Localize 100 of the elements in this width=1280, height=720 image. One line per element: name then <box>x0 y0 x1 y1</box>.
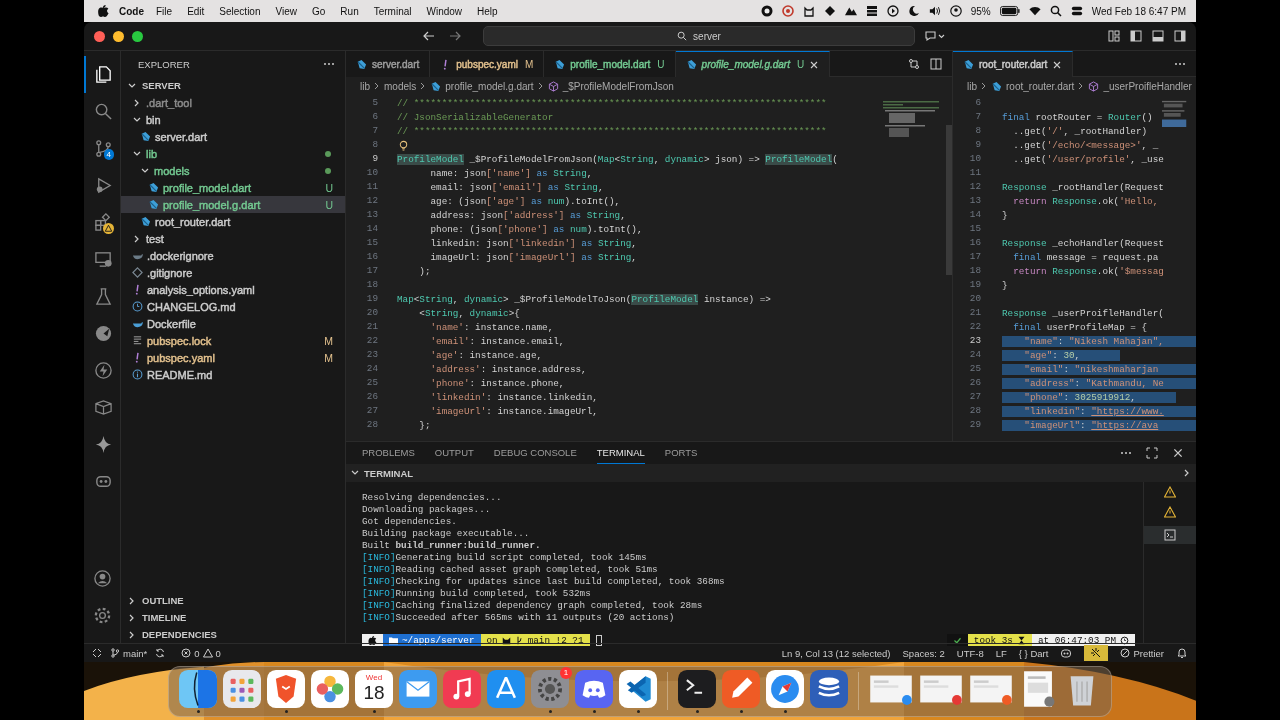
calendar-icon[interactable]: Wed 18 <box>355 669 393 708</box>
menu-item[interactable]: Help <box>477 5 498 17</box>
menu-item[interactable]: Selection <box>219 5 261 17</box>
breadcrumb[interactable]: models <box>384 80 417 92</box>
menu-item[interactable]: Go <box>312 5 326 17</box>
breadcrumb[interactable]: _$ProfileModelFromJson <box>562 80 674 92</box>
panel-tab[interactable]: OUTPUT <box>434 442 474 464</box>
tree-item[interactable]: .dart_tool <box>121 94 345 111</box>
tree-item[interactable]: profile_model.dart U <box>121 179 345 196</box>
two-tone-square-icon[interactable] <box>179 669 217 708</box>
prettier-status[interactable]: Prettier <box>1120 647 1164 659</box>
breadcrumb[interactable]: profile_model.g.dart <box>445 80 534 92</box>
tree-item[interactable]: .gitignore <box>121 264 345 281</box>
tree-item[interactable]: lib <box>121 145 345 162</box>
breadcrumb[interactable]: lib <box>967 80 977 92</box>
editor-tab[interactable]: root_router.dart <box>953 51 1074 77</box>
tree-item[interactable]: pubspec.lock M <box>121 332 345 349</box>
panel-toggle-icon[interactable] <box>1152 30 1164 42</box>
grid-icon[interactable] <box>223 669 261 708</box>
maximize-icon[interactable] <box>1146 447 1158 459</box>
forward-arrow-icon[interactable] <box>449 30 461 42</box>
record-icon[interactable] <box>760 5 773 17</box>
section-header[interactable]: OUTLINE <box>121 592 345 609</box>
stack-icon[interactable] <box>865 5 878 17</box>
remote-icon[interactable] <box>92 648 102 658</box>
settings-icon[interactable] <box>92 606 112 625</box>
cursor-position[interactable]: Ln 9, Col 13 (12 selected) <box>781 647 891 659</box>
split-editor-icon[interactable] <box>930 57 942 70</box>
breadcrumb[interactable]: lib <box>360 80 370 92</box>
compass-icon[interactable] <box>766 669 804 708</box>
activity-bar-item[interactable]: 4 <box>84 130 120 167</box>
chat-icon[interactable] <box>923 30 947 42</box>
tree-item[interactable]: analysis_options.yaml <box>121 281 345 298</box>
control-center-icon[interactable] <box>1070 5 1083 17</box>
close-icon[interactable] <box>1052 59 1063 70</box>
breadcrumb[interactable]: _userProifleHandler <box>1103 80 1192 92</box>
line-ending-status[interactable]: LF <box>995 647 1007 659</box>
game-controller-icon[interactable] <box>575 669 613 708</box>
encoding-status[interactable]: UTF-8 <box>956 647 984 659</box>
database-icon[interactable] <box>810 669 848 708</box>
menu-item[interactable]: Terminal <box>373 5 412 17</box>
back-arrow-icon[interactable] <box>423 30 435 42</box>
close-icon[interactable] <box>1172 447 1184 459</box>
play-icon[interactable] <box>886 5 899 17</box>
circle-icon[interactable] <box>781 5 794 17</box>
tree-item[interactable]: pubspec.yaml M <box>121 349 345 366</box>
indentation-status[interactable]: Spaces: 2 <box>902 647 945 659</box>
layout-icon[interactable] <box>1108 30 1120 42</box>
tree-item[interactable]: Dockerfile <box>121 315 345 332</box>
section-header[interactable]: TERMINAL <box>364 467 414 479</box>
wifi-icon[interactable] <box>1028 5 1041 17</box>
battery-icon[interactable] <box>999 5 1020 17</box>
tree-item[interactable]: bin <box>121 111 345 128</box>
tree-item[interactable]: CHANGELOG.md <box>121 298 345 315</box>
minimize-window-button[interactable] <box>113 30 124 42</box>
menu-item[interactable]: View <box>275 5 297 17</box>
app-menu[interactable]: Code <box>119 5 144 17</box>
folder-header[interactable]: SERVER <box>121 77 345 94</box>
compare-icon[interactable] <box>908 57 920 70</box>
tree-item[interactable]: models <box>121 162 345 179</box>
tree-item[interactable]: README.md <box>121 366 345 383</box>
envelope-icon[interactable] <box>399 669 437 708</box>
menu-item[interactable]: Run <box>340 5 359 17</box>
volume-icon[interactable] <box>928 5 941 17</box>
breadcrumb[interactable]: root_router.dart <box>1006 80 1075 92</box>
diamond-icon[interactable] <box>823 5 836 17</box>
menu-bar-clock[interactable]: Wed Feb 18 6:47 PM <box>1091 5 1186 17</box>
branch-status[interactable]: main* <box>110 647 148 659</box>
terminal-tab[interactable] <box>1144 526 1196 544</box>
problems-status[interactable]: 0 0 <box>181 647 221 659</box>
tree-item[interactable]: server.dart <box>121 128 345 145</box>
mountain-icon[interactable] <box>844 5 857 17</box>
tree-item[interactable]: .dockerignore <box>121 247 345 264</box>
code-editor-icon[interactable] <box>619 669 657 708</box>
pen-icon[interactable] <box>722 669 760 708</box>
close-icon[interactable] <box>809 59 820 70</box>
secondary-sidebar-icon[interactable] <box>1174 30 1186 42</box>
search-icon[interactable] <box>1049 5 1062 17</box>
panel-tab[interactable]: PROBLEMS <box>362 442 415 464</box>
sidebar-toggle-icon[interactable] <box>1130 30 1142 42</box>
tree-item[interactable]: test <box>121 230 345 247</box>
panel-tab[interactable]: DEBUG CONSOLE <box>493 442 577 464</box>
terminal-icon[interactable] <box>678 669 716 708</box>
music-note-icon[interactable] <box>443 669 481 708</box>
shield-icon[interactable] <box>267 669 305 708</box>
cat-icon[interactable] <box>802 5 815 17</box>
menu-item[interactable]: File <box>156 5 173 17</box>
section-header[interactable]: DEPENDENCIES <box>121 626 345 643</box>
tree-item[interactable]: profile_model.g.dart U <box>121 196 345 213</box>
broadcast-status[interactable] <box>1084 645 1109 661</box>
warning-icon[interactable] <box>1164 506 1176 518</box>
store-icon[interactable] <box>487 669 525 708</box>
zoom-window-button[interactable] <box>132 30 143 42</box>
flower-icon[interactable] <box>311 669 349 708</box>
scrollbar-thumb[interactable] <box>946 125 952 275</box>
editor-tab[interactable]: profile_model.g.dart U <box>675 51 831 77</box>
menu-item[interactable]: Edit <box>187 5 205 17</box>
sync-icon[interactable] <box>155 648 166 658</box>
moon-icon[interactable] <box>907 5 920 17</box>
warning-icon[interactable] <box>1164 486 1176 498</box>
